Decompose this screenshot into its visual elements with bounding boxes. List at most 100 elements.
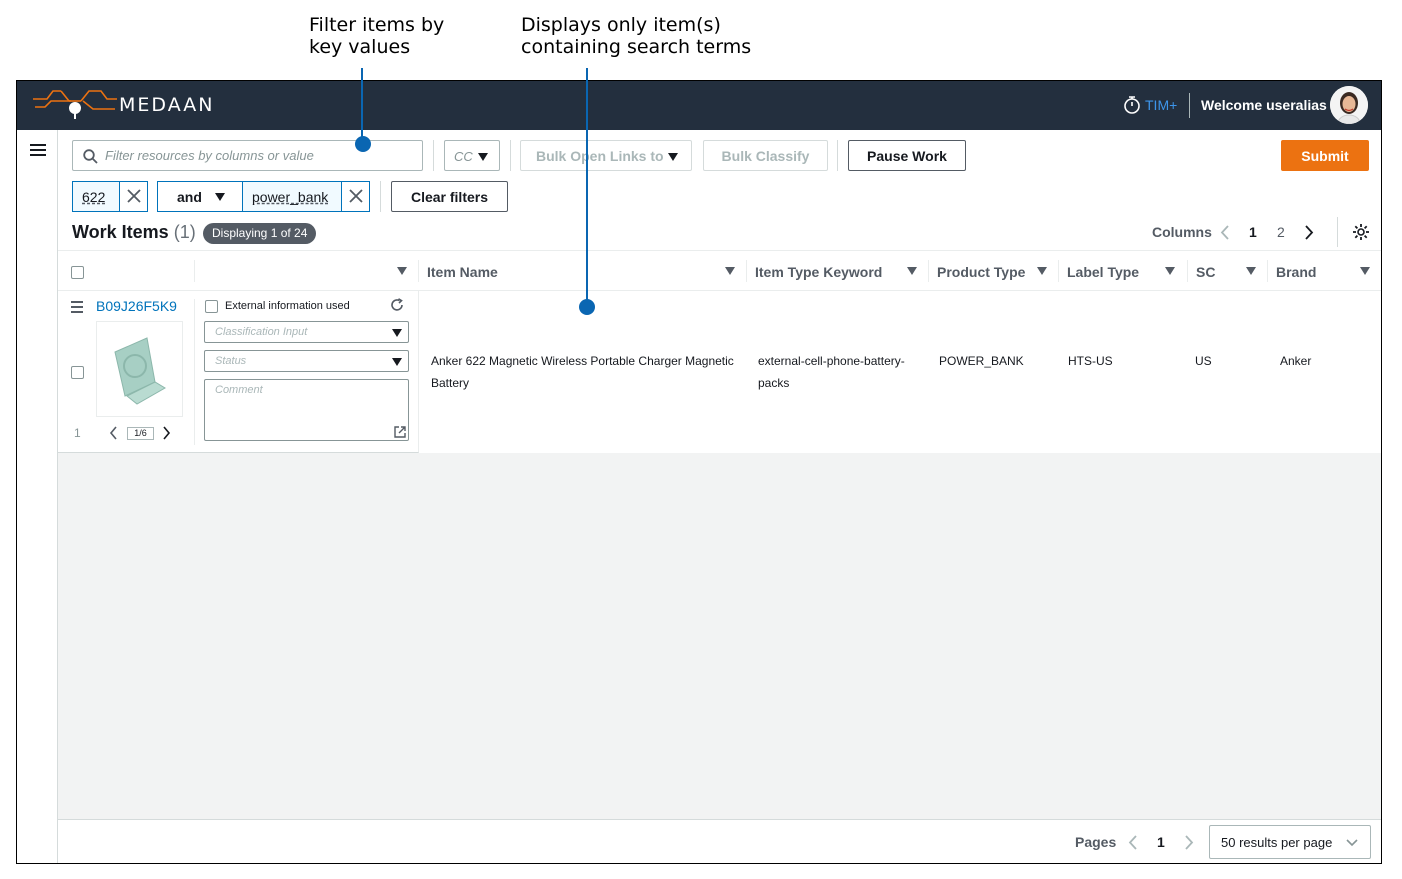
left-rail bbox=[17, 130, 58, 863]
classification-placeholder: Classification Input bbox=[215, 326, 308, 338]
header-item-name[interactable]: Item Name bbox=[427, 264, 498, 280]
chevron-right-icon[interactable] bbox=[162, 426, 171, 440]
external-info-label: External information used bbox=[225, 300, 350, 312]
sort-icon[interactable] bbox=[397, 267, 407, 275]
brand-name: MEDAAN bbox=[119, 94, 215, 116]
welcome-text: Welcome useralias bbox=[1201, 97, 1327, 113]
timer-indicator[interactable]: TIM+ bbox=[1123, 95, 1177, 115]
product-image[interactable] bbox=[96, 321, 183, 417]
power-bank-image bbox=[114, 337, 166, 405]
cc-select-value: CC bbox=[454, 149, 473, 164]
status-select[interactable]: Status bbox=[204, 350, 409, 372]
column-divider bbox=[1187, 260, 1188, 282]
status-badge: Displaying 1 of 24 bbox=[203, 223, 317, 244]
settings-icon[interactable] bbox=[1352, 223, 1370, 241]
annotation-search-dot bbox=[579, 299, 595, 315]
header-product-type[interactable]: Product Type bbox=[937, 264, 1025, 280]
toolbar-divider bbox=[837, 140, 838, 171]
menu-icon[interactable] bbox=[30, 144, 46, 157]
refresh-icon[interactable] bbox=[390, 298, 404, 312]
header-brand[interactable]: Brand bbox=[1276, 264, 1316, 280]
table-header: Item Name Item Type Keyword Product Type… bbox=[58, 250, 1381, 291]
annotation-search-line bbox=[586, 68, 588, 306]
external-link-icon[interactable] bbox=[394, 426, 406, 438]
row-column-divider bbox=[194, 299, 195, 445]
avatar[interactable] bbox=[1330, 86, 1368, 124]
pagination-footer: Pages 1 50 results per page bbox=[58, 819, 1381, 863]
columns-page-2[interactable]: 2 bbox=[1277, 224, 1285, 240]
chevron-down-icon bbox=[215, 193, 225, 201]
filter-operator-label: and bbox=[177, 188, 202, 205]
remove-token-button[interactable] bbox=[341, 182, 369, 211]
drag-handle-icon[interactable] bbox=[71, 301, 83, 313]
sort-icon[interactable] bbox=[907, 267, 917, 275]
chevron-down-icon bbox=[478, 153, 488, 161]
annotation-filter-line bbox=[361, 68, 363, 144]
select-all-checkbox[interactable] bbox=[71, 266, 84, 279]
header-label-type[interactable]: Label Type bbox=[1067, 264, 1139, 280]
toolbar-divider bbox=[433, 140, 434, 171]
external-info-checkbox[interactable] bbox=[205, 300, 218, 313]
column-divider bbox=[418, 260, 419, 282]
filter-token-power-bank[interactable]: power_bank bbox=[242, 181, 370, 212]
filter-operator-select[interactable]: and bbox=[157, 181, 243, 212]
column-divider bbox=[1267, 260, 1268, 282]
submit-button[interactable]: Submit bbox=[1281, 140, 1369, 171]
chevron-left-icon[interactable] bbox=[109, 426, 118, 440]
annotation-filter-note: Filter items by key values bbox=[309, 14, 445, 58]
comment-placeholder: Comment bbox=[215, 384, 263, 396]
column-divider bbox=[928, 260, 929, 282]
filter-token-622[interactable]: 622 bbox=[72, 181, 148, 212]
row-checkbox[interactable] bbox=[71, 366, 84, 379]
table-empty-area bbox=[58, 453, 1381, 821]
sort-icon[interactable] bbox=[725, 267, 735, 275]
header-item-type-keyword[interactable]: Item Type Keyword bbox=[755, 264, 882, 280]
classification-input[interactable]: Classification Input bbox=[204, 321, 409, 343]
work-items-count: (1) bbox=[173, 222, 196, 242]
chevron-down-icon bbox=[392, 358, 402, 366]
bulk-open-links-button[interactable]: Bulk Open Links to bbox=[520, 140, 692, 171]
column-divider bbox=[194, 260, 195, 282]
pause-work-button[interactable]: Pause Work bbox=[848, 140, 966, 171]
columns-page-1[interactable]: 1 bbox=[1249, 224, 1257, 240]
header-divider bbox=[1189, 93, 1190, 118]
row-index: 1 bbox=[74, 426, 81, 440]
sort-icon[interactable] bbox=[1246, 267, 1256, 275]
sort-icon[interactable] bbox=[1165, 267, 1175, 275]
label-type-cell: HTS-US bbox=[1068, 354, 1113, 368]
sort-icon[interactable] bbox=[1360, 267, 1370, 275]
clear-filters-button[interactable]: Clear filters bbox=[391, 181, 508, 212]
remove-token-button[interactable] bbox=[119, 182, 147, 211]
sort-icon[interactable] bbox=[1037, 267, 1047, 275]
table-row: B09J26F5K9 1 1/6 External information us… bbox=[58, 291, 1381, 453]
top-bar: MEDAAN TIM+ Welcome useralias bbox=[17, 81, 1381, 130]
app-window: MEDAAN TIM+ Welcome useralias Filter res… bbox=[16, 80, 1382, 864]
columns-label: Columns bbox=[1152, 224, 1212, 240]
current-page[interactable]: 1 bbox=[1157, 834, 1165, 850]
results-per-page-select[interactable]: 50 results per page bbox=[1209, 825, 1371, 859]
cc-select[interactable]: CC bbox=[444, 140, 500, 171]
user-avatar-icon bbox=[1330, 86, 1368, 124]
bulk-classify-button[interactable]: Bulk Classify bbox=[703, 140, 828, 171]
chevron-down-icon bbox=[1346, 839, 1358, 847]
close-icon bbox=[127, 189, 141, 203]
image-counter: 1/6 bbox=[127, 427, 154, 440]
results-per-page-value: 50 results per page bbox=[1221, 835, 1333, 850]
chevron-right-icon[interactable] bbox=[1304, 225, 1314, 240]
item-type-keyword-cell: external-cell-phone-battery-packs bbox=[758, 354, 905, 390]
column-divider bbox=[1058, 260, 1059, 282]
chevron-left-icon[interactable] bbox=[1128, 835, 1138, 850]
header-sc[interactable]: SC bbox=[1196, 264, 1215, 280]
timer-icon bbox=[1124, 96, 1140, 114]
item-id-link[interactable]: B09J26F5K9 bbox=[96, 295, 177, 317]
close-icon bbox=[349, 189, 363, 203]
medaan-logo-icon bbox=[33, 90, 117, 119]
toolbar-divider bbox=[380, 181, 381, 212]
chevron-left-icon[interactable] bbox=[1220, 225, 1230, 240]
search-icon bbox=[83, 149, 98, 164]
status-placeholder: Status bbox=[215, 355, 247, 367]
comment-field[interactable]: Comment bbox=[204, 379, 409, 441]
annotation-search-note: Displays only item(s) containing search … bbox=[521, 14, 752, 58]
search-placeholder: Filter resources by columns or value bbox=[105, 148, 314, 163]
chevron-right-icon[interactable] bbox=[1184, 835, 1194, 850]
